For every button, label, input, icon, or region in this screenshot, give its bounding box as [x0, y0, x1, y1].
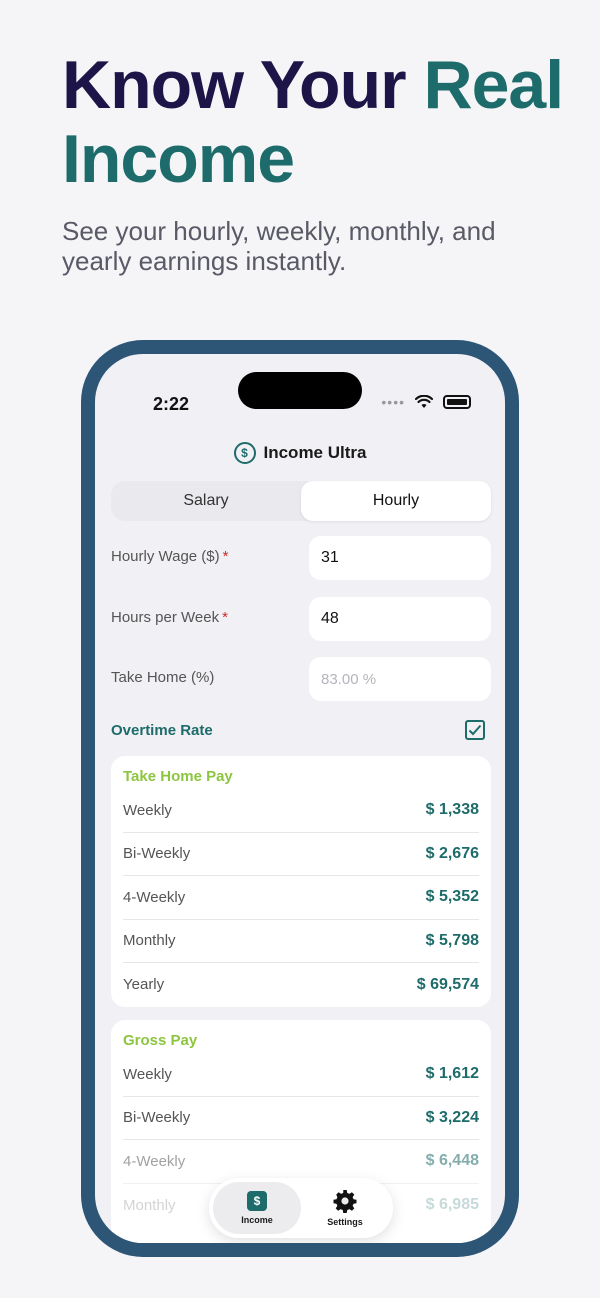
dollar-icon: $ [247, 1191, 267, 1211]
hourly-wage-label: Hourly Wage ($) * [111, 548, 229, 565]
row-label: 4-Weekly [123, 888, 186, 906]
tab-income[interactable]: $ Income [213, 1182, 301, 1234]
table-row: Weekly $ 1,338 [123, 789, 479, 833]
row-value: $ 6,985 [425, 1196, 479, 1214]
row-value: $ 6,448 [425, 1152, 479, 1170]
gear-icon [333, 1190, 357, 1213]
row-value: $ 1,338 [425, 801, 479, 819]
signal-icon: •••• [381, 394, 405, 410]
required-mark: * [222, 548, 229, 565]
take-home-input[interactable]: 83.00 % [309, 657, 491, 701]
row-label: Monthly [123, 1196, 176, 1214]
table-row: Bi-Weekly $ 2,676 [123, 833, 479, 876]
overtime-checkbox[interactable] [465, 720, 485, 740]
row-value: $ 5,798 [425, 931, 479, 949]
hourly-wage-row: Hourly Wage ($) * 31 [111, 536, 491, 580]
row-label: Monthly [123, 932, 176, 950]
hours-per-week-input[interactable]: 48 [309, 597, 491, 641]
status-time: 2:22 [153, 394, 190, 414]
overtime-rate-label: Overtime Rate [111, 722, 213, 739]
row-label: Weekly [123, 801, 172, 819]
dollar-circle-icon: $ [233, 442, 256, 464]
table-row: Weekly $ 1,612 [123, 1053, 479, 1097]
gross-pay-title: Gross Pay [123, 1032, 198, 1049]
app-title: Income Ultra [263, 443, 367, 462]
tab-settings-label: Settings [327, 1217, 363, 1227]
table-row: Bi-Weekly $ 3,224 [123, 1097, 479, 1140]
table-row: Yearly $ 69,574 [123, 963, 479, 1007]
wifi-icon [415, 395, 433, 408]
take-home-pay-card: Take Home Pay Weekly $ 1,338 Bi-Weekly $… [111, 756, 491, 1007]
table-row: 4-Weekly $ 6,448 [123, 1140, 479, 1184]
hero-subtitle: See your hourly, weekly, monthly, and ye… [62, 216, 496, 276]
row-value: $ 1,612 [425, 1065, 479, 1083]
hero-title-main: Know Your [62, 47, 424, 123]
dynamic-island [238, 372, 362, 409]
segment-salary[interactable]: Salary [111, 481, 301, 521]
row-label: Bi-Weekly [123, 1109, 191, 1127]
status-icons: •••• [381, 394, 471, 410]
checkmark-icon [468, 724, 482, 736]
tab-settings[interactable]: Settings [301, 1182, 389, 1234]
row-value: $ 69,574 [416, 975, 479, 993]
hours-per-week-label: Hours per Week * [111, 609, 228, 626]
row-label: Yearly [123, 976, 165, 994]
row-value: $ 2,676 [425, 844, 479, 862]
row-label: 4-Weekly [123, 1152, 186, 1170]
battery-icon [443, 395, 471, 409]
tab-bar: $ Income Settings [209, 1178, 393, 1238]
hours-per-week-row: Hours per Week * 48 [111, 597, 491, 641]
row-label: Weekly [123, 1065, 172, 1083]
row-value: $ 3,224 [425, 1108, 479, 1126]
take-home-row: Take Home (%) 83.00 % [111, 657, 491, 701]
segment-hourly[interactable]: Hourly [301, 481, 491, 521]
take-home-pay-title: Take Home Pay [123, 768, 233, 785]
table-row: Monthly $ 5,798 [123, 920, 479, 963]
pay-type-segmented-control: Salary Hourly [111, 481, 491, 521]
hero-title: Know Your Real Income [62, 48, 582, 196]
required-mark: * [222, 609, 228, 626]
row-label: Bi-Weekly [123, 845, 191, 863]
take-home-label: Take Home (%) [111, 669, 215, 686]
phone-screen: 2:22 •••• $ Income Ultra Salary Hourly H… [95, 354, 505, 1243]
row-value: $ 5,352 [425, 888, 479, 906]
phone-frame: 2:22 •••• $ Income Ultra Salary Hourly H… [81, 340, 519, 1257]
tab-income-label: Income [241, 1215, 273, 1225]
app-header: $ Income Ultra [95, 442, 505, 464]
hourly-wage-input[interactable]: 31 [309, 536, 491, 580]
table-row: 4-Weekly $ 5,352 [123, 876, 479, 920]
